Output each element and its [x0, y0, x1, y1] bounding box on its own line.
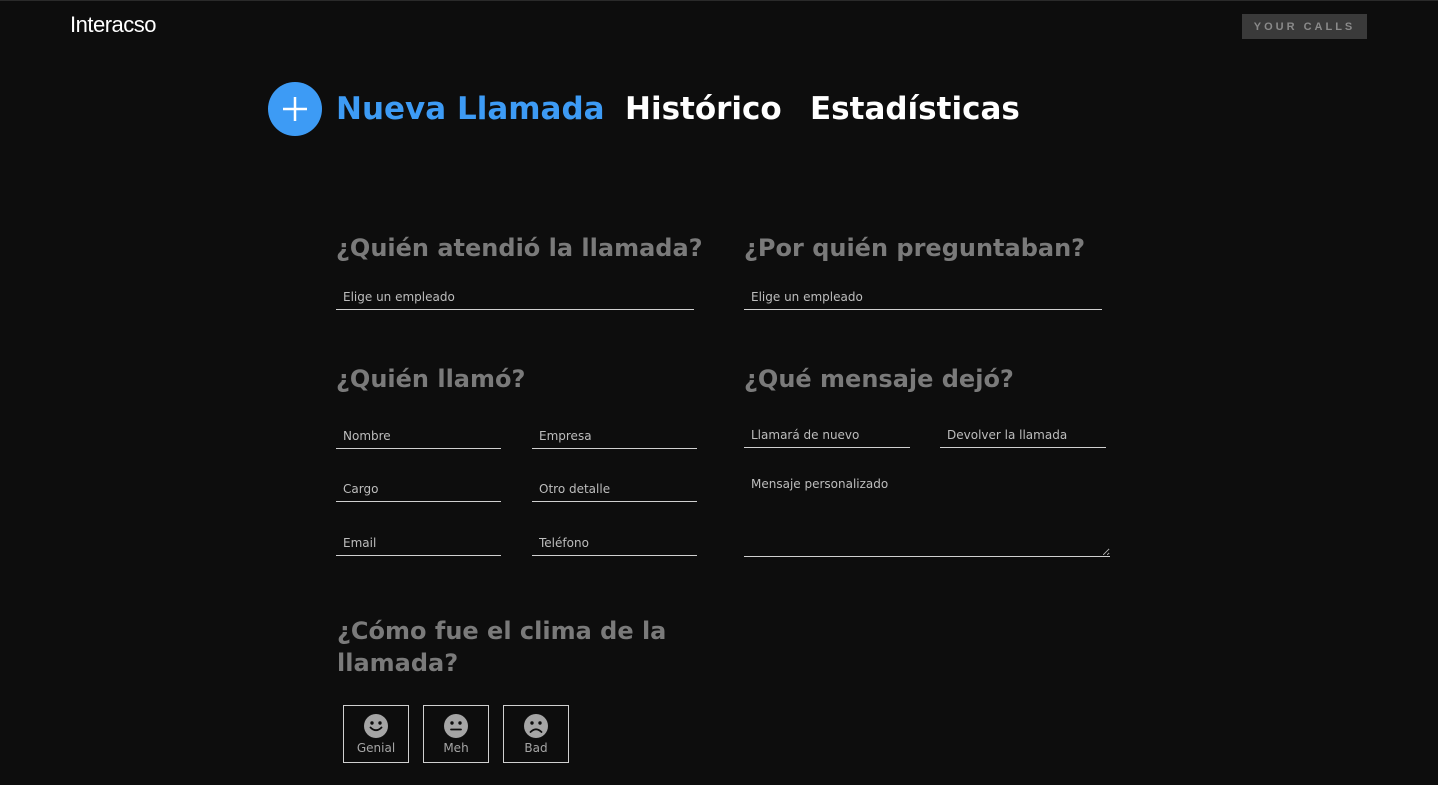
mood-bad-button[interactable]: Bad: [503, 705, 569, 763]
plus-icon: [283, 97, 307, 121]
attended-by-select[interactable]: [336, 284, 694, 310]
mood-bad-label: Bad: [524, 741, 548, 755]
caller-company-field[interactable]: [532, 423, 697, 449]
mood-meh-label: Meh: [443, 741, 469, 755]
call-mood-title: ¿Cómo fue el clima de la llamada?: [337, 615, 666, 679]
caller-other-detail-field[interactable]: [532, 476, 697, 502]
message-title: ¿Qué mensaje dejó?: [744, 365, 1014, 393]
app-page: Interacso YOUR CALLS Nueva Llamada Histó…: [0, 0, 1438, 785]
mood-genial-label: Genial: [356, 741, 396, 755]
will-call-again-field[interactable]: [744, 423, 910, 448]
frown-icon: [524, 714, 548, 738]
asked-for-select[interactable]: [744, 284, 1102, 310]
call-mood-title-line1: ¿Cómo fue el clima de la: [337, 617, 667, 645]
tab-estadisticas[interactable]: Estadísticas: [810, 87, 1020, 131]
your-calls-button[interactable]: YOUR CALLS: [1242, 14, 1367, 39]
caller-title: ¿Quién llamó?: [336, 365, 526, 393]
caller-position-field[interactable]: [336, 476, 501, 502]
custom-message-textarea[interactable]: [744, 467, 1110, 557]
tab-historico[interactable]: Histórico: [625, 87, 782, 131]
call-back-field[interactable]: [940, 423, 1106, 448]
caller-phone-field[interactable]: [532, 530, 697, 556]
asked-for-title: ¿Por quién preguntaban?: [744, 234, 1086, 262]
tab-nueva-llamada[interactable]: Nueva Llamada: [336, 87, 605, 131]
attended-by-title: ¿Quién atendió la llamada?: [336, 234, 703, 262]
call-mood-title-line2: llamada?: [337, 649, 459, 677]
caller-name-field[interactable]: [336, 423, 501, 449]
caller-email-field[interactable]: [336, 530, 501, 556]
neutral-face-icon: [444, 714, 468, 738]
smile-icon: [364, 714, 388, 738]
new-call-plus-button[interactable]: [268, 82, 322, 136]
mood-meh-button[interactable]: Meh: [423, 705, 489, 763]
app-logo: Interacso: [70, 12, 157, 37]
mood-genial-button[interactable]: Genial: [343, 705, 409, 763]
